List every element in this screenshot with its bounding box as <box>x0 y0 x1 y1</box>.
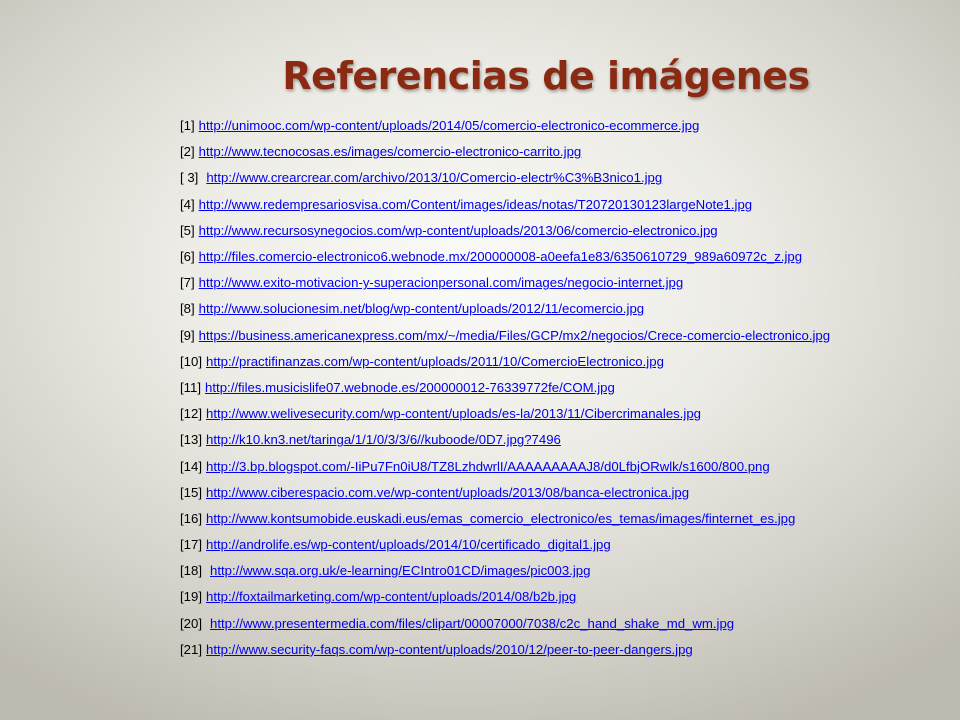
reference-number: [10] <box>180 353 202 369</box>
reference-number: [12] <box>180 406 202 422</box>
reference-item: [4] http://www.redempresariosvisa.com/Con… <box>180 192 940 218</box>
reference-link[interactable]: http://k10.kn3.net/taringa/1/1/0/3/3/6//… <box>206 430 561 450</box>
reference-link[interactable]: http://www.welivesecurity.com/wp-content… <box>206 404 701 424</box>
reference-link[interactable]: http://3.bp.blogspot.com/-IiPu7Fn0iU8/TZ… <box>206 457 770 477</box>
reference-item: [7] http://www.exito-motivacion-y-superac… <box>180 270 940 296</box>
reference-item: [20] http://www.presentermedia.com/files/… <box>180 611 940 637</box>
reference-link[interactable]: http://www.redempresariosvisa.com/Conten… <box>199 195 752 215</box>
reference-item: [14] http://3.bp.blogspot.com/-IiPu7Fn0iU… <box>180 453 940 479</box>
reference-link[interactable]: https://business.americanexpress.com/mx/… <box>199 326 830 346</box>
reference-item: [13] http://k10.kn3.net/taringa/1/1/0/3/3… <box>180 427 940 453</box>
reference-item: [12] http://www.welivesecurity.com/wp-con… <box>180 401 940 427</box>
reference-item: [19] http://foxtailmarketing.com/wp-conte… <box>180 584 940 610</box>
reference-number: [6] <box>180 249 195 265</box>
reference-link[interactable]: http://www.solucionesim.net/blog/wp-cont… <box>199 299 644 319</box>
reference-number: [1] <box>180 118 195 134</box>
reference-number: [20] <box>180 615 202 631</box>
reference-item: [17] http://androlife.es/wp-content/uploa… <box>180 532 940 558</box>
reference-number: [18] <box>180 563 202 579</box>
reference-link[interactable]: http://practifinanzas.com/wp-content/upl… <box>206 352 664 372</box>
reference-item: [ 3] http://www.crearcrear.com/archivo/20… <box>180 165 940 191</box>
reference-item: [15] http://www.ciberespacio.com.ve/wp-co… <box>180 480 940 506</box>
reference-link[interactable]: http://www.kontsumobide.euskadi.eus/emas… <box>206 509 795 529</box>
reference-item: [5] http://www.recursosynegocios.com/wp-c… <box>180 218 940 244</box>
reference-item: [11] http://files.musicislife07.webnode.e… <box>180 375 940 401</box>
reference-item: [2] http://www.tecnocosas.es/images/comer… <box>180 139 940 165</box>
reference-link[interactable]: http://unimooc.com/wp-content/uploads/20… <box>199 116 700 136</box>
reference-item: [18] http://www.sqa.org.uk/e-learning/ECI… <box>180 558 940 584</box>
reference-number: [2] <box>180 144 195 160</box>
reference-link[interactable]: http://www.crearcrear.com/archivo/2013/1… <box>206 168 662 188</box>
reference-number: [16] <box>180 510 202 526</box>
reference-link[interactable]: http://www.ciberespacio.com.ve/wp-conten… <box>206 483 689 503</box>
reference-number: [15] <box>180 484 202 500</box>
slide-title: Referencias de imágenes <box>282 54 810 98</box>
reference-number: [13] <box>180 432 202 448</box>
reference-link[interactable]: http://foxtailmarketing.com/wp-content/u… <box>206 587 576 607</box>
reference-number: [14] <box>180 458 202 474</box>
reference-item: [1] http://unimooc.com/wp-content/uploads… <box>180 113 940 139</box>
reference-link[interactable]: http://www.presentermedia.com/files/clip… <box>210 614 734 634</box>
reference-number: [4] <box>180 196 195 212</box>
reference-item: [8] http://www.solucionesim.net/blog/wp-c… <box>180 296 940 322</box>
reference-link[interactable]: http://www.recursosynegocios.com/wp-cont… <box>199 221 718 241</box>
reference-number: [17] <box>180 537 202 553</box>
reference-link[interactable]: http://files.comercio-electronico6.webno… <box>199 247 802 267</box>
reference-item: [10] http://practifinanzas.com/wp-content… <box>180 349 940 375</box>
reference-link[interactable]: http://www.exito-motivacion-y-superacion… <box>199 273 684 293</box>
reference-link[interactable]: http://androlife.es/wp-content/uploads/2… <box>206 535 611 555</box>
reference-link[interactable]: http://www.security-faqs.com/wp-content/… <box>206 640 693 660</box>
reference-number: [11] <box>180 379 202 395</box>
reference-link[interactable]: http://www.tecnocosas.es/images/comercio… <box>199 142 582 162</box>
reference-number: [9] <box>180 327 195 343</box>
reference-link[interactable]: http://files.musicislife07.webnode.es/20… <box>205 378 615 398</box>
reference-item: [21] http://www.security-faqs.com/wp-cont… <box>180 637 940 663</box>
reference-number: [8] <box>180 301 195 317</box>
reference-number: [7] <box>180 275 195 291</box>
reference-item: [6] http://files.comercio-electronico6.we… <box>180 244 940 270</box>
reference-number: [21] <box>180 641 202 657</box>
reference-number: [5] <box>180 222 195 238</box>
reference-link[interactable]: http://www.sqa.org.uk/e-learning/ECIntro… <box>210 561 590 581</box>
reference-item: [16] http://www.kontsumobide.euskadi.eus/… <box>180 506 940 532</box>
reference-number: [19] <box>180 589 202 605</box>
reference-number: [ 3] <box>180 170 199 186</box>
slide: Referencias de imágenes [1] http://unimoo… <box>0 0 960 720</box>
references-list: [1] http://unimooc.com/wp-content/uploads… <box>180 113 940 663</box>
reference-item: [9] https://business.americanexpress.com/… <box>180 323 940 349</box>
